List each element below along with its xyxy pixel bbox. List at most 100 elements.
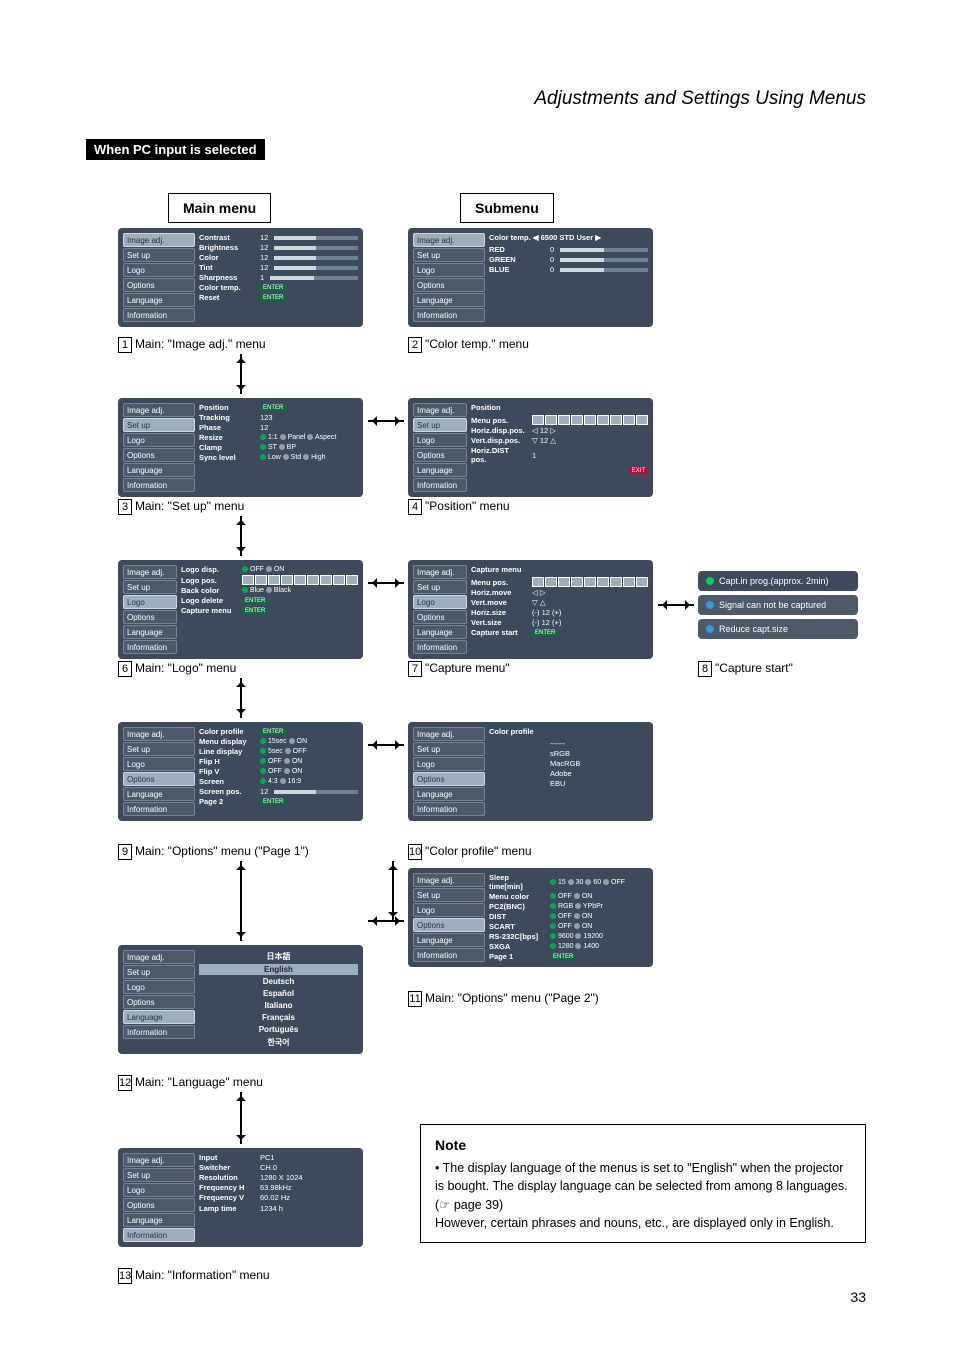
note-body: • The display language of the menus is s…	[435, 1159, 851, 1232]
side-item: Options	[413, 278, 485, 292]
caption-3: 3Main: "Set up" menu	[118, 499, 244, 515]
side-item: Language	[413, 293, 485, 307]
side-item: Options	[123, 278, 195, 292]
side-item: Set up	[123, 965, 195, 979]
side-item: Image adj.	[123, 233, 195, 247]
side-item: Information	[413, 640, 467, 654]
side-item: Set up	[413, 742, 485, 756]
caption-10: 10"Color profile" menu	[408, 844, 532, 860]
side-item: Logo	[123, 980, 195, 994]
side-item: Logo	[413, 595, 467, 609]
section-header: Adjustments and Settings Using Menus	[534, 88, 866, 110]
panel-logo: Image adj.Set upLogoOptionsLanguageInfor…	[118, 560, 363, 659]
side-nav: Image adj.Set upLogoOptionsLanguageInfor…	[123, 233, 195, 322]
side-item: Language	[123, 463, 195, 477]
panel-language: Image adj.Set upLogoOptionsLanguageInfor…	[118, 945, 363, 1054]
submenu-label: Submenu	[460, 193, 554, 223]
arrow-icon	[240, 516, 242, 556]
side-item: Options	[123, 1198, 195, 1212]
side-item: Information	[413, 948, 485, 962]
arrow-icon	[240, 861, 242, 941]
side-item: Set up	[413, 248, 485, 262]
arrow-icon	[240, 678, 242, 718]
panel-options-p1: Image adj.Set upLogoOptionsLanguageInfor…	[118, 722, 363, 821]
side-item: Logo	[123, 757, 195, 771]
side-item: Image adj.	[123, 727, 195, 741]
side-item: Language	[413, 463, 467, 477]
caption-7: 7"Capture menu"	[408, 661, 510, 677]
side-item: Set up	[413, 888, 485, 902]
side-item: Options	[413, 772, 485, 786]
side-item: Logo	[123, 595, 177, 609]
side-item: Image adj.	[413, 873, 485, 887]
side-item: Set up	[123, 742, 195, 756]
side-item: Set up	[123, 248, 195, 262]
caption-2: 2"Color temp." menu	[408, 337, 529, 353]
side-item: Options	[413, 448, 467, 462]
caption-8: 8"Capture start"	[698, 661, 793, 677]
arrow-icon	[368, 582, 404, 584]
side-item: Image adj.	[123, 403, 195, 417]
page-number: 33	[850, 1289, 866, 1305]
panel-information: Image adj.Set upLogoOptionsLanguageInfor…	[118, 1148, 363, 1247]
side-item: Options	[123, 610, 177, 624]
panel-color-profile: Image adj.Set upLogoOptionsLanguageInfor…	[408, 722, 653, 821]
panel-content: Contrast12Brightness12Color12Tint12Sharp…	[199, 233, 358, 322]
side-item: Options	[123, 995, 195, 1009]
condition-badge: When PC input is selected	[86, 139, 265, 160]
side-item: Information	[123, 308, 195, 322]
side-item: Logo	[413, 757, 485, 771]
arrow-icon	[368, 920, 404, 922]
panel-options-p2: Image adj.Set upLogoOptionsLanguageInfor…	[408, 868, 653, 967]
arrow-icon	[392, 861, 394, 921]
side-item: Image adj.	[413, 727, 485, 741]
side-item: Options	[413, 610, 467, 624]
side-item: Options	[413, 918, 485, 932]
side-item: Information	[123, 1228, 195, 1242]
panel-capture-start: Capt.in prog.(approx. 2min) Signal can n…	[698, 571, 858, 639]
side-item: Image adj.	[123, 565, 177, 579]
side-item: Information	[123, 1025, 195, 1039]
side-item: Information	[413, 308, 485, 322]
side-item: Image adj.	[123, 950, 195, 964]
side-item: Language	[123, 787, 195, 801]
status-led-icon	[706, 577, 714, 585]
side-item: Language	[123, 1010, 195, 1024]
arrow-icon	[240, 1092, 242, 1144]
main-menu-label: Main menu	[168, 193, 271, 223]
arrow-icon	[240, 354, 242, 394]
side-item: Language	[123, 293, 195, 307]
note-title: Note	[435, 1135, 851, 1155]
side-item: Logo	[123, 1183, 195, 1197]
side-item: Language	[123, 625, 177, 639]
side-item: Set up	[123, 1168, 195, 1182]
side-item: Language	[413, 625, 467, 639]
side-item: Logo	[413, 903, 485, 917]
note-box: Note • The display language of the menus…	[420, 1124, 866, 1243]
side-item: Information	[123, 802, 195, 816]
side-item: Options	[123, 448, 195, 462]
side-item: Set up	[123, 418, 195, 432]
panel-image-adj: Image adj.Set upLogoOptionsLanguageInfor…	[118, 228, 363, 327]
panel-position: Image adj.Set upLogoOptionsLanguageInfor…	[408, 398, 653, 497]
side-item: Image adj.	[413, 403, 467, 417]
side-item: Set up	[413, 418, 467, 432]
caption-11: 11Main: "Options" menu ("Page 2")	[408, 991, 599, 1007]
side-item: Image adj.	[413, 565, 467, 579]
panel-capture: Image adj.Set upLogoOptionsLanguageInfor…	[408, 560, 653, 659]
panel-setup: Image adj.Set upLogoOptionsLanguageInfor…	[118, 398, 363, 497]
side-item: Logo	[413, 263, 485, 277]
side-item: Image adj.	[413, 233, 485, 247]
caption-1: 1Main: "Image adj." menu	[118, 337, 266, 353]
side-item: Image adj.	[123, 1153, 195, 1167]
caption-4: 4"Position" menu	[408, 499, 510, 515]
arrow-icon	[368, 744, 404, 746]
side-item: Language	[413, 933, 485, 947]
arrow-icon	[658, 604, 694, 606]
caption-12: 12Main: "Language" menu	[118, 1075, 263, 1091]
side-item: Logo	[413, 433, 467, 447]
side-item: Language	[413, 787, 485, 801]
side-item: Logo	[123, 433, 195, 447]
panel-color-temp: Image adj.Set upLogoOptionsLanguageInfor…	[408, 228, 653, 327]
side-item: Set up	[413, 580, 467, 594]
